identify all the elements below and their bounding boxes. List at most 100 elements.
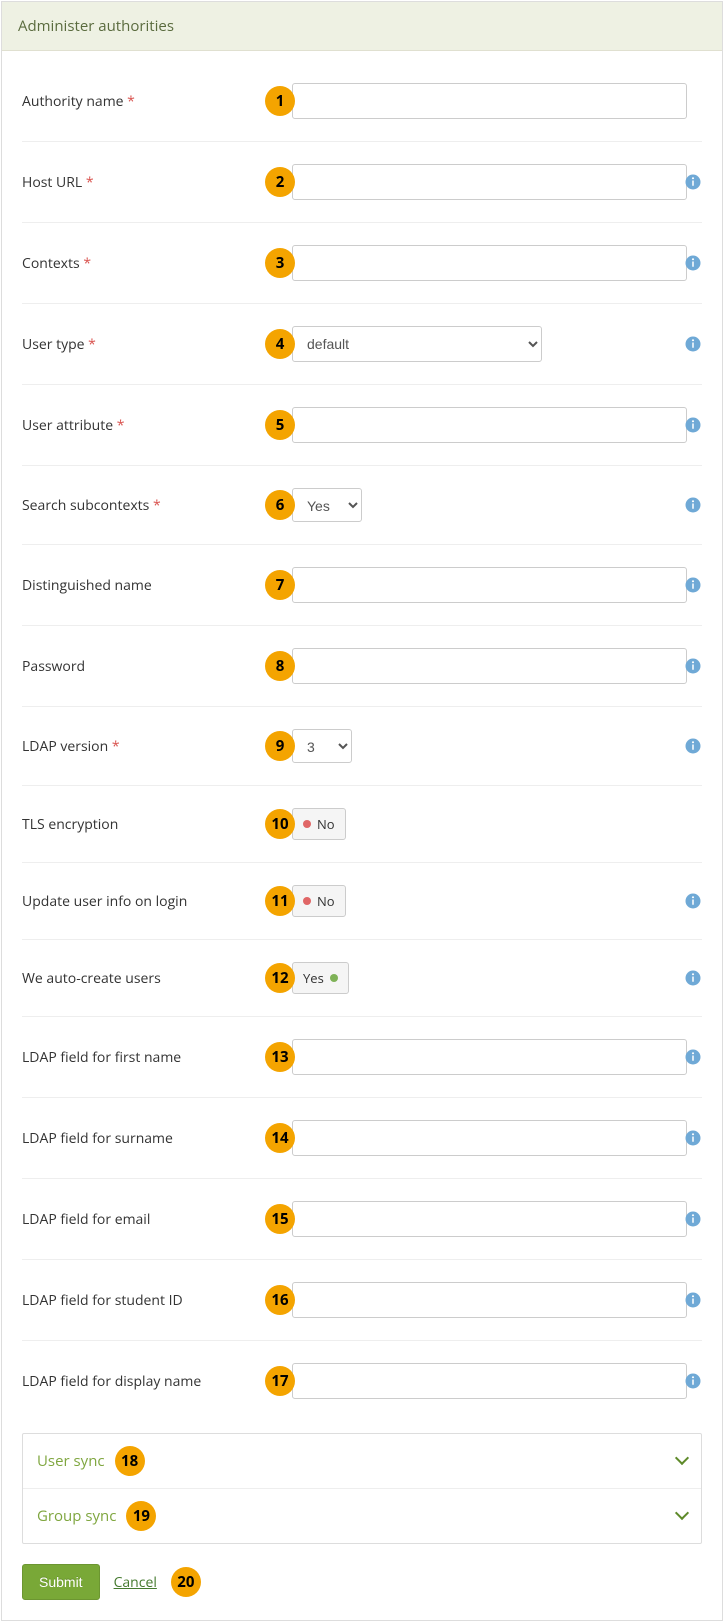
host-url-input[interactable] [292,164,687,200]
update-on-login-toggle[interactable]: No [292,885,346,917]
info-icon[interactable] [684,1372,702,1390]
required-asterisk: * [88,335,96,354]
form-actions: Submit Cancel 20 [22,1564,702,1600]
annotation-badge-5: 5 [265,410,295,440]
info-icon[interactable] [684,254,702,272]
label-distinguished-name: Distinguished name [22,576,252,595]
label-text: Contexts [22,254,80,273]
tls-encryption-toggle[interactable]: No [292,808,346,840]
annotation-badge-7: 7 [265,570,295,600]
ldap-version-select[interactable]: 3 [292,729,352,763]
sync-accordion: User sync 18 Group sync 19 [22,1433,702,1544]
panel-body: Authority name * 1 Host URL * 2 Contexts [2,51,722,1620]
label-text: LDAP version [22,737,108,756]
info-icon[interactable] [684,576,702,594]
row-contexts: Contexts * 3 [22,223,702,304]
label-field-email: LDAP field for email [22,1210,252,1229]
accordion-label: User sync [37,1451,105,1471]
label-user-attribute: User attribute * [22,416,252,435]
info-icon[interactable] [684,892,702,910]
toggle-label: No [317,892,335,910]
required-asterisk: * [127,92,135,111]
field-email-input[interactable] [292,1201,687,1237]
label-contexts: Contexts * [22,254,252,273]
label-update-on-login: Update user info on login [22,892,252,911]
chevron-down-icon [677,1451,687,1471]
required-asterisk: * [117,416,125,435]
annotation-badge-17: 17 [265,1366,295,1396]
required-asterisk: * [112,737,120,756]
authority-name-input[interactable] [292,83,687,119]
accordion-label: Group sync [37,1506,116,1526]
required-asterisk: * [153,496,161,515]
annotation-badge-20: 20 [171,1567,201,1597]
field-displayname-input[interactable] [292,1363,687,1399]
annotation-badge-12: 12 [265,963,295,993]
annotation-badge-4: 4 [265,329,295,359]
user-type-select[interactable]: default [292,326,542,362]
status-dot-off-icon [303,820,311,828]
password-input[interactable] [292,648,687,684]
label-field-displayname: LDAP field for display name [22,1372,252,1391]
info-icon[interactable] [684,1210,702,1228]
panel-title: Administer authorities [2,2,722,51]
row-tls-encryption: TLS encryption 10 No [22,786,702,863]
annotation-badge-16: 16 [265,1285,295,1315]
label-text: User type [22,335,85,354]
info-icon[interactable] [684,1129,702,1147]
submit-button[interactable]: Submit [22,1564,100,1600]
annotation-badge-3: 3 [265,248,295,278]
info-icon[interactable] [684,737,702,755]
row-field-studentid: LDAP field for student ID 16 [22,1260,702,1341]
row-update-on-login: Update user info on login 11 No [22,863,702,940]
contexts-input[interactable] [292,245,687,281]
annotation-badge-15: 15 [265,1204,295,1234]
info-icon[interactable] [684,416,702,434]
info-icon[interactable] [684,969,702,987]
field-studentid-input[interactable] [292,1282,687,1318]
cancel-link[interactable]: Cancel [114,1573,157,1592]
label-auto-create: We auto-create users [22,969,252,988]
search-subcontexts-select[interactable]: Yes [292,488,362,522]
info-icon[interactable] [684,1291,702,1309]
row-field-displayname: LDAP field for display name 17 [22,1341,702,1421]
toggle-label: No [317,815,335,833]
field-firstname-input[interactable] [292,1039,687,1075]
label-field-studentid: LDAP field for student ID [22,1291,252,1310]
row-field-firstname: LDAP field for first name 13 [22,1017,702,1098]
field-surname-input[interactable] [292,1120,687,1156]
label-user-type: User type * [22,335,252,354]
row-distinguished-name: Distinguished name 7 [22,545,702,626]
label-field-firstname: LDAP field for first name [22,1048,252,1067]
label-tls-encryption: TLS encryption [22,815,252,834]
info-icon[interactable] [684,1048,702,1066]
label-text: Authority name [22,92,124,111]
row-authority-name: Authority name * 1 [22,61,702,142]
info-icon[interactable] [684,657,702,675]
info-icon[interactable] [684,335,702,353]
required-asterisk: * [83,254,91,273]
label-host-url: Host URL * [22,173,252,192]
annotation-badge-13: 13 [265,1042,295,1072]
accordion-group-sync[interactable]: Group sync 19 [23,1488,701,1543]
annotation-badge-19: 19 [126,1501,156,1531]
status-dot-on-icon [330,974,338,982]
toggle-label: Yes [303,969,324,987]
annotation-badge-14: 14 [265,1123,295,1153]
row-password: Password 8 [22,626,702,707]
annotation-badge-6: 6 [265,490,295,520]
info-icon[interactable] [684,496,702,514]
accordion-user-sync[interactable]: User sync 18 [23,1434,701,1488]
distinguished-name-input[interactable] [292,567,687,603]
auto-create-toggle[interactable]: Yes [292,962,349,994]
label-text: User attribute [22,416,113,435]
info-icon[interactable] [684,173,702,191]
annotation-badge-1: 1 [265,86,295,116]
row-ldap-version: LDAP version * 9 3 [22,707,702,786]
user-attribute-input[interactable] [292,407,687,443]
annotation-badge-8: 8 [265,651,295,681]
label-ldap-version: LDAP version * [22,737,252,756]
annotation-badge-11: 11 [265,886,295,916]
row-field-email: LDAP field for email 15 [22,1179,702,1260]
label-field-surname: LDAP field for surname [22,1129,252,1148]
